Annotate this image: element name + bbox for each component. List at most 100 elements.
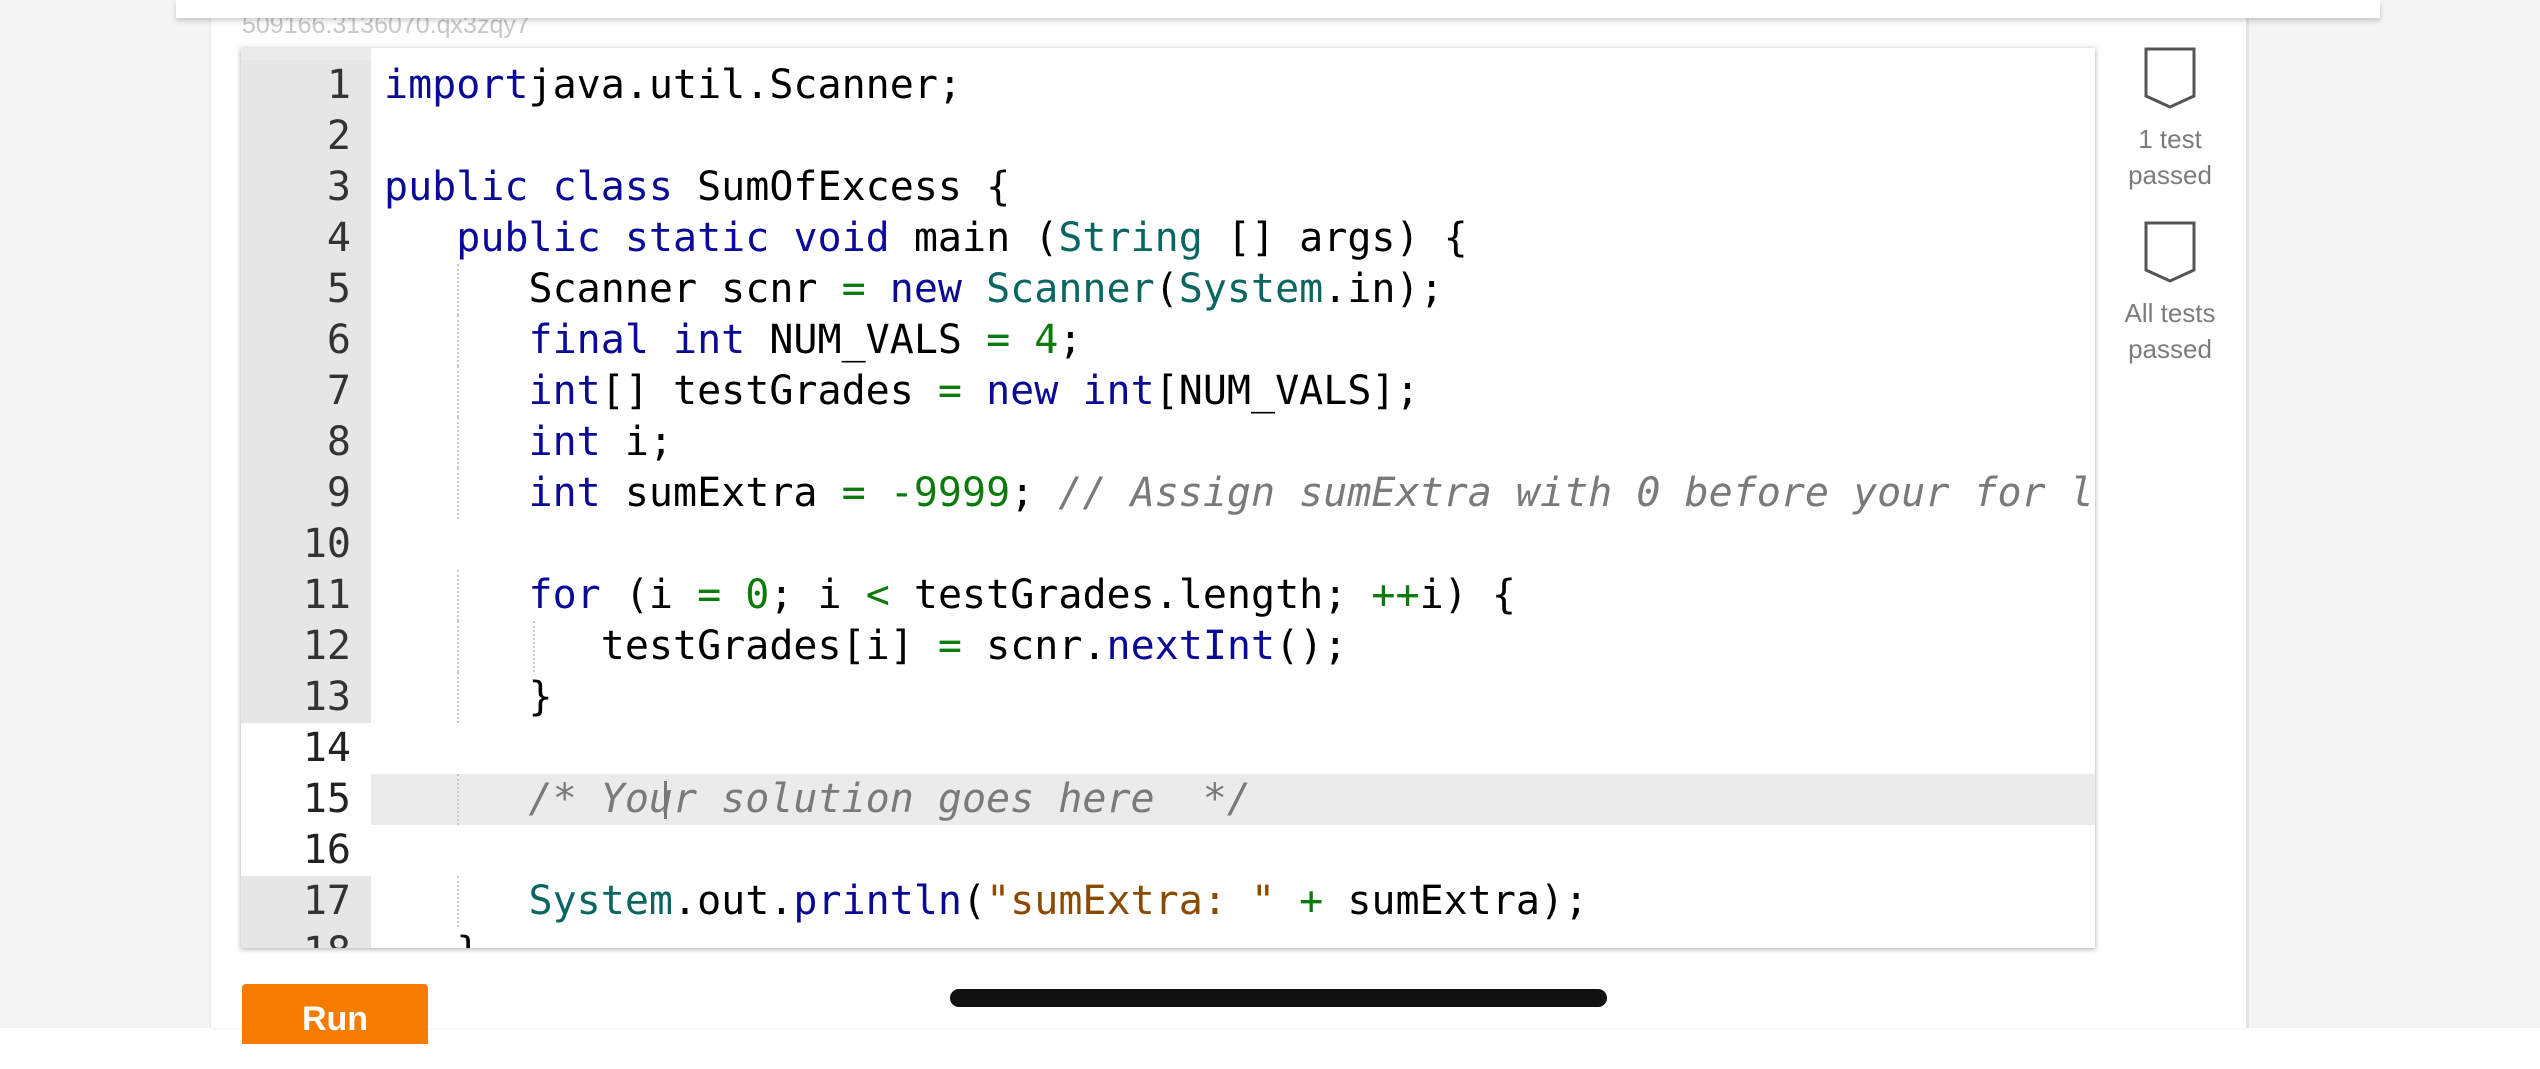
code-token: ++ xyxy=(1371,572,1420,618)
indent-guide xyxy=(533,621,535,672)
code-line[interactable]: 14 xyxy=(241,723,2095,774)
code-text[interactable]: final int NUM_VALS = 4; xyxy=(371,315,2095,366)
code-text[interactable] xyxy=(371,111,2095,162)
code-token: [] args) { xyxy=(1202,215,1468,261)
code-token: = xyxy=(937,623,962,669)
code-token: int xyxy=(528,419,601,465)
code-line[interactable]: 10 xyxy=(241,519,2095,570)
code-line[interactable]: 6 final int NUM_VALS = 4; xyxy=(241,315,2095,366)
code-token: ( xyxy=(962,878,987,924)
code-line[interactable]: 4 public static void main (String [] arg… xyxy=(241,213,2095,264)
indent-guide xyxy=(457,876,459,927)
code-text[interactable] xyxy=(371,825,2095,876)
code-token: (); xyxy=(1275,623,1348,669)
line-number: 11 xyxy=(241,570,371,621)
code-line[interactable]: 9 int sumExtra = -9999; // Assign sumExt… xyxy=(241,468,2095,519)
line-number: 2 xyxy=(241,111,371,162)
code-token: sumExtra); xyxy=(1323,878,1589,924)
code-token: nextInt xyxy=(1106,623,1276,669)
code-token: (i xyxy=(600,572,698,618)
code-line[interactable]: 2 xyxy=(241,111,2095,162)
code-text[interactable]: int sumExtra = -9999; // Assign sumExtra… xyxy=(371,468,2095,519)
code-text[interactable]: importjava.util.Scanner; xyxy=(371,60,2095,111)
indent-guide xyxy=(457,315,459,366)
code-token: int xyxy=(673,317,746,363)
code-text[interactable]: /* Your solution goes here */ xyxy=(371,774,2095,825)
code-token: 4 xyxy=(1034,317,1059,363)
indent-guide xyxy=(457,264,459,315)
code-line[interactable]: 18 } xyxy=(241,927,2095,948)
line-number: 14 xyxy=(241,723,371,774)
code-text[interactable] xyxy=(371,723,2095,774)
code-line[interactable]: 7 int[] testGrades = new int[NUM_VALS]; xyxy=(241,366,2095,417)
code-token: [] testGrades xyxy=(600,368,938,414)
indent-guide xyxy=(457,468,459,519)
card-divider xyxy=(2246,0,2249,1028)
code-token: scnr. xyxy=(961,623,1107,669)
code-token: for xyxy=(528,572,601,618)
code-line[interactable]: 12 testGrades[i] = scnr.nextInt(); xyxy=(241,621,2095,672)
line-number: 8 xyxy=(241,417,371,468)
code-text[interactable]: } xyxy=(371,927,2095,948)
code-line[interactable]: 17 System.out.println("sumExtra: " + sum… xyxy=(241,876,2095,927)
code-text[interactable]: System.out.println("sumExtra: " + sumExt… xyxy=(371,876,2095,927)
code-line[interactable]: 13 } xyxy=(241,672,2095,723)
code-token: void xyxy=(793,215,890,261)
code-text[interactable] xyxy=(371,519,2095,570)
code-line[interactable]: 8 int i; xyxy=(241,417,2095,468)
code-token: testGrades.length; xyxy=(889,572,1372,618)
code-editor[interactable]: 1 importjava.util.Scanner; 2 3 public class … xyxy=(241,48,2095,948)
run-button[interactable]: Run xyxy=(242,984,428,1044)
code-token: // Assign sumExtra with 0 before your fo… xyxy=(1058,470,2095,516)
code-token: NUM_VALS xyxy=(745,317,987,363)
code-text[interactable]: public class SumOfExcess { xyxy=(371,162,2095,213)
indent-guide xyxy=(457,570,459,621)
code-token: static xyxy=(624,215,770,261)
code-token: = xyxy=(986,317,1011,363)
code-token: System xyxy=(1178,266,1324,312)
code-token: i; xyxy=(600,419,673,465)
line-number: 12 xyxy=(241,621,371,672)
code-token: new xyxy=(889,266,962,312)
code-token: main ( xyxy=(889,215,1059,261)
indent-guide xyxy=(457,366,459,417)
code-line[interactable]: 11 for (i = 0; i < testGrades.length; ++… xyxy=(241,570,2095,621)
code-line[interactable]: 15 /* Your solution goes here */ xyxy=(241,774,2095,825)
test-result-label: 1 test passed xyxy=(2128,124,2212,190)
indent-guide xyxy=(457,621,459,672)
code-token: public xyxy=(384,164,529,210)
code-text[interactable]: int i; xyxy=(371,417,2095,468)
code-token: = xyxy=(841,470,866,516)
line-number: 17 xyxy=(241,876,371,927)
code-text[interactable]: testGrades[i] = scnr.nextInt(); xyxy=(371,621,2095,672)
code-token: = xyxy=(697,572,722,618)
code-token: int xyxy=(528,368,601,414)
code-token: testGrades[i] xyxy=(384,623,938,669)
code-line[interactable]: 16 xyxy=(241,825,2095,876)
code-text[interactable]: Scanner scnr = new Scanner(System.in); xyxy=(371,264,2095,315)
code-line[interactable]: 1 importjava.util.Scanner; xyxy=(241,60,2095,111)
line-number: 13 xyxy=(241,672,371,723)
code-text[interactable]: } xyxy=(371,672,2095,723)
code-text[interactable]: for (i = 0; i < testGrades.length; ++i) … xyxy=(371,570,2095,621)
test-badge-icon xyxy=(2144,221,2196,283)
code-line[interactable]: 5 Scanner scnr = new Scanner(System.in); xyxy=(241,264,2095,315)
code-text[interactable]: int[] testGrades = new int[NUM_VALS]; xyxy=(371,366,2095,417)
code-token: + xyxy=(1299,878,1324,924)
code-token: ; xyxy=(1058,317,1083,363)
code-token: public xyxy=(456,215,601,261)
code-line[interactable]: 3 public class SumOfExcess { xyxy=(241,162,2095,213)
test-result-1: 1 test passed xyxy=(2110,46,2230,193)
line-number: 7 xyxy=(241,366,371,417)
line-number: 4 xyxy=(241,213,371,264)
code-text[interactable]: public static void main (String [] args)… xyxy=(371,213,2095,264)
code-token: .in); xyxy=(1323,266,1444,312)
indent-guide xyxy=(457,672,459,723)
line-number: 18 xyxy=(241,927,371,948)
